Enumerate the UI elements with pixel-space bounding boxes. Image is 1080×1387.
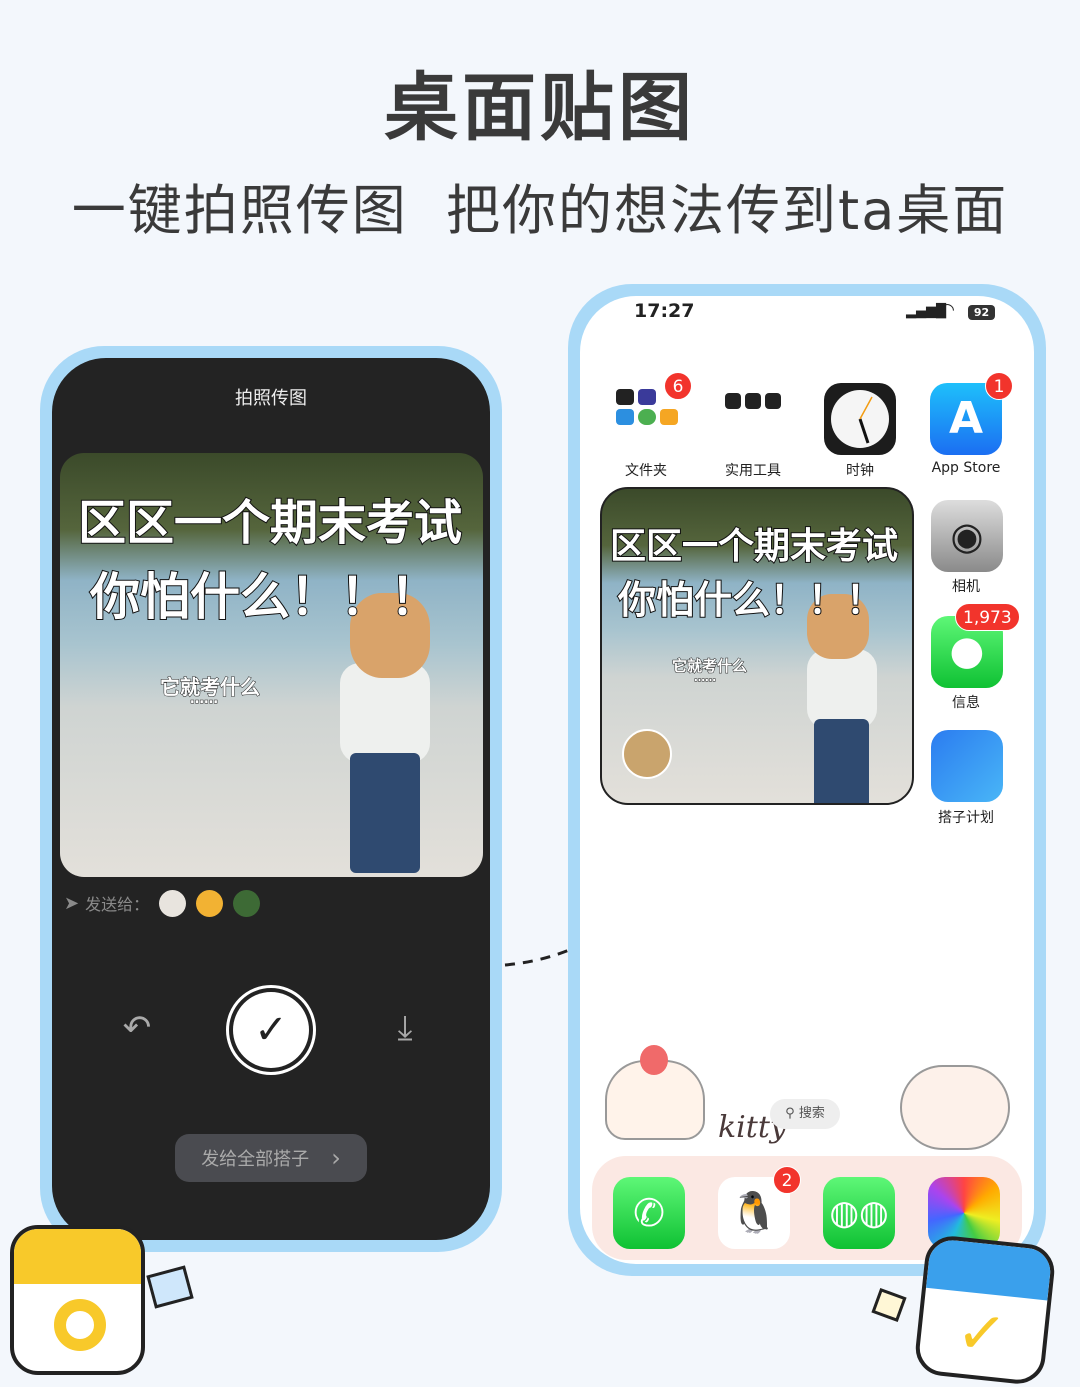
hello-kitty-sticker [900, 1065, 1010, 1150]
confirm-button[interactable]: ✓ [226, 985, 316, 1075]
download-icon[interactable]: ⤓ [385, 1008, 425, 1048]
notification-badge: 2 [773, 1166, 801, 1194]
meme-caption-2: 你怕什么！！！ [617, 577, 885, 623]
phone-icon[interactable]: ✆ [613, 1177, 685, 1249]
photo-card-decoration [146, 1265, 194, 1309]
chevron-right-icon: › [331, 1144, 341, 1172]
photo-widget[interactable]: 区区一个期末考试 你怕什么！！！ 它就考什么 …… [600, 487, 914, 805]
page-title: 桌面贴图 [384, 65, 696, 151]
app-label: 搭子计划 [938, 810, 994, 826]
sender-avatar[interactable] [622, 729, 672, 779]
battery-indicator: 92 [968, 305, 995, 320]
app-label: 相机 [952, 579, 980, 595]
notification-badge: 6 [664, 372, 692, 400]
app-label: 实用工具 [725, 463, 781, 479]
screen-title: 拍照传图 [235, 388, 307, 409]
meme-caption-dots: …… [190, 691, 219, 708]
recipient-avatar[interactable] [159, 889, 187, 917]
wechat-icon[interactable]: ◍◍ [823, 1177, 895, 1249]
dog-jeans [350, 753, 420, 873]
camera-icon[interactable]: ◉ [931, 500, 1003, 572]
meme-caption-dots: …… [694, 671, 717, 685]
clock-icon [831, 390, 889, 448]
app-label: 文件夹 [625, 463, 667, 479]
app-label: 信息 [952, 695, 980, 711]
captured-photo: 区区一个期末考试 你怕什么！！！ 它就考什么 …… [60, 453, 483, 877]
send-to-label: 发送给： [85, 895, 150, 914]
blue-mascot: ✓ [913, 1233, 1057, 1387]
undo-icon[interactable]: ↶ [117, 1008, 157, 1048]
meme-caption-1: 区区一个期末考试 [77, 494, 463, 552]
strawberry-decoration [640, 1045, 668, 1075]
utilities-folder[interactable] [717, 383, 789, 455]
send-all-label: 发给全部搭子 [201, 1149, 310, 1170]
notification-badge: 1,973 [955, 603, 1020, 631]
dog-jeans [814, 719, 869, 803]
wifi-icon: ◠ [940, 300, 955, 320]
send-to-row: ➤ 发送给： [64, 889, 261, 917]
yellow-mascot [10, 1225, 145, 1375]
meme-caption-1: 区区一个期末考试 [609, 525, 899, 568]
clock-app[interactable] [824, 383, 896, 455]
page-subtitle: 一键拍照传图 把你的想法传到ta桌面 [71, 179, 1009, 242]
check-icon: ✓ [233, 992, 309, 1068]
meme-caption-2: 你怕什么！！！ [89, 567, 441, 627]
recipient-avatar[interactable] [233, 889, 261, 917]
search-button[interactable]: ⚲ 搜索 [770, 1099, 840, 1129]
search-label: 搜索 [798, 1106, 825, 1121]
dog-shirt [340, 663, 430, 763]
status-time: 17:27 [634, 300, 695, 322]
app-label: App Store [931, 460, 1001, 476]
dog-shirt [807, 649, 877, 729]
photo-card-decoration [871, 1287, 907, 1323]
app-label: 时钟 [846, 463, 874, 479]
dazi-plan-icon[interactable] [931, 730, 1003, 802]
recipient-avatar[interactable] [196, 889, 224, 917]
notification-badge: 1 [985, 372, 1013, 400]
paper-plane-icon: ➤ [64, 892, 80, 914]
send-all-button[interactable]: 发给全部搭子 › [175, 1134, 367, 1182]
